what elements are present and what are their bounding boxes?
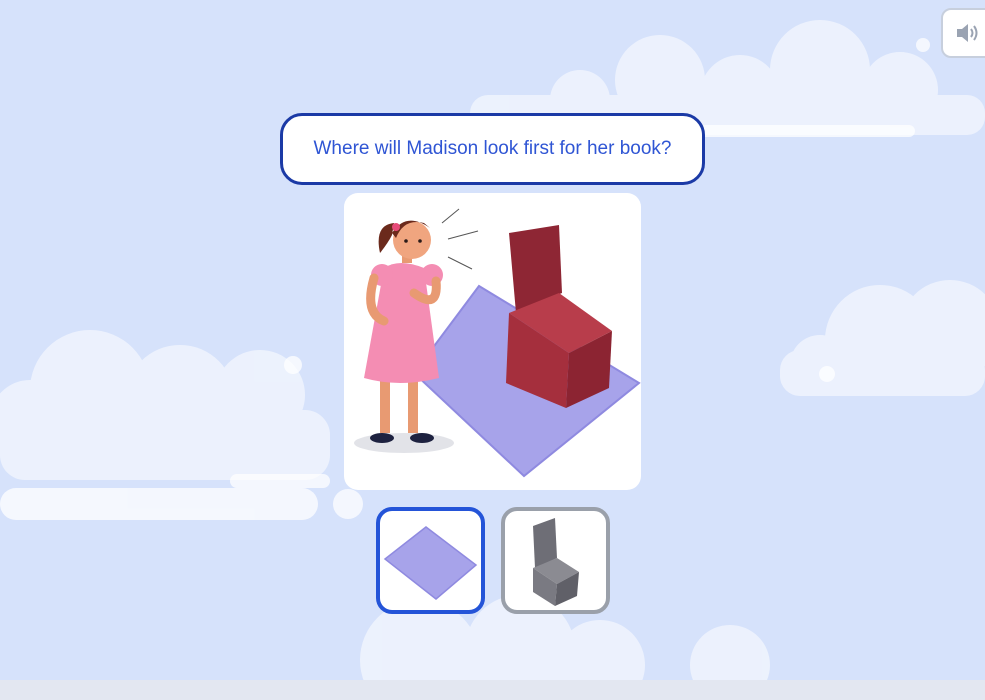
scene-card — [344, 193, 641, 490]
girl-rug-chair-illustration — [354, 208, 641, 478]
question-prompt: Where will Madison look first for her bo… — [280, 113, 705, 185]
option-chair[interactable] — [501, 507, 610, 614]
bottom-bar — [0, 680, 985, 700]
speaker-icon — [957, 24, 978, 42]
chair-icon — [532, 517, 579, 606]
option-rug[interactable] — [376, 507, 485, 614]
rug-icon — [383, 525, 477, 600]
question-text: Where will Madison look first for her bo… — [313, 138, 672, 159]
audio-button[interactable] — [941, 8, 985, 58]
